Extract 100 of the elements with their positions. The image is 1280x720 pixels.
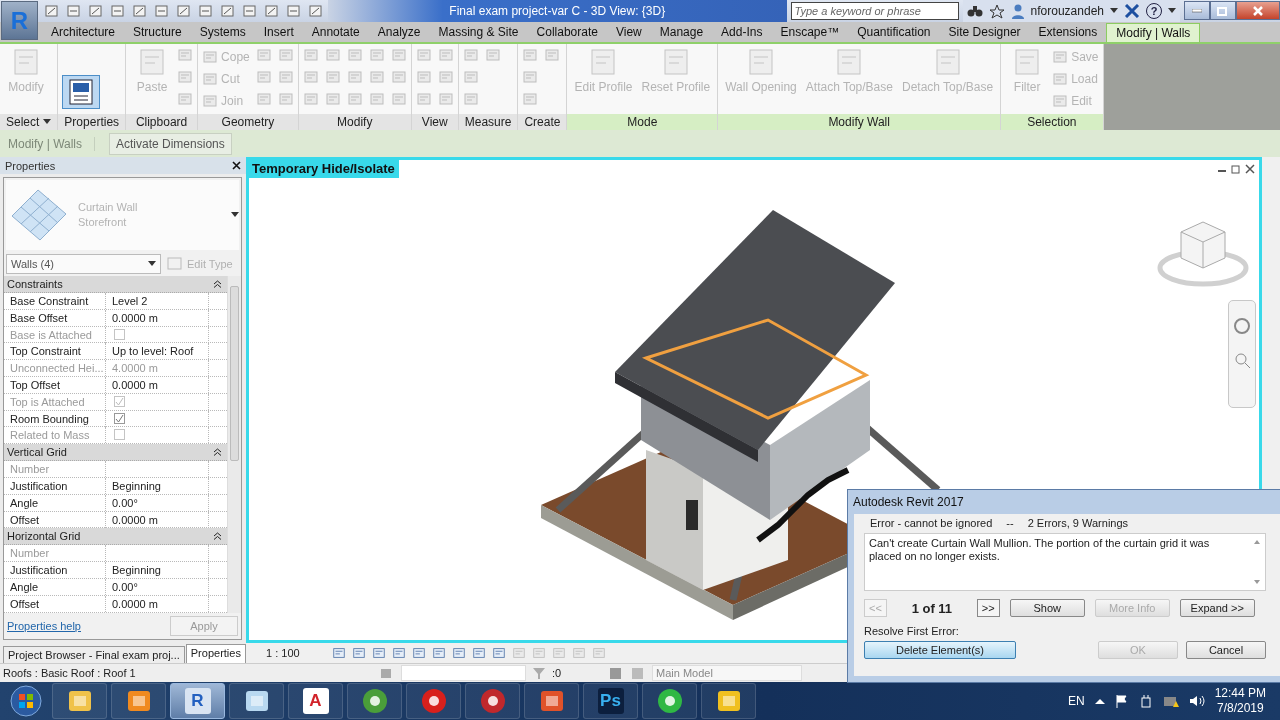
taskbar-app[interactable]: A (288, 683, 343, 719)
property-value[interactable]: Beginning (106, 477, 209, 494)
taskbar-app[interactable] (701, 683, 756, 719)
toolbar-icon[interactable] (44, 4, 60, 18)
toolbar-icon[interactable] (242, 4, 258, 18)
user-icon[interactable] (1010, 3, 1025, 19)
restore-icon[interactable] (1231, 164, 1241, 174)
ribbon-tab[interactable]: Insert (254, 23, 303, 42)
app-icon (125, 688, 152, 714)
property-value[interactable]: 0.0000 m (106, 595, 209, 612)
next-button[interactable]: >> (976, 599, 1000, 617)
ribbon-tab[interactable]: Annotate (302, 23, 369, 42)
taskbar-app[interactable] (229, 683, 284, 719)
scale-label[interactable]: 1 : 100 (266, 647, 326, 659)
toolbar-icon[interactable] (308, 4, 324, 18)
ribbon-tab[interactable]: View (606, 23, 651, 42)
property-value[interactable]: 0.00° (106, 494, 209, 511)
ribbon-tab[interactable]: Enscape™ (771, 23, 849, 42)
checkbox[interactable] (114, 412, 125, 424)
tool-icon (462, 91, 479, 107)
minimize-button[interactable] (1184, 1, 1210, 20)
toolbar-icon[interactable] (110, 4, 126, 18)
toolbar-icon[interactable] (88, 4, 104, 18)
navigation-bar[interactable] (1228, 300, 1256, 408)
workset-field[interactable] (401, 665, 526, 681)
ribbon-tab[interactable]: Modify | Walls (1106, 23, 1201, 42)
property-value[interactable]: 0.00° (106, 578, 209, 595)
scrollbar[interactable] (227, 276, 241, 613)
ribbon-tab[interactable]: Quantification (848, 23, 940, 42)
clock[interactable]: 12:44 PM 7/8/2019 (1214, 686, 1266, 716)
dialog-button[interactable]: Expand >> (1179, 599, 1255, 617)
ribbon-tab[interactable]: Massing & Site (429, 23, 528, 42)
category-dropdown[interactable]: Walls (4) (6, 254, 161, 274)
ribbon-tab[interactable]: Structure (124, 23, 191, 42)
user-name[interactable]: nforouzandeh (1030, 4, 1104, 18)
show-hidden-icons-icon[interactable] (1094, 697, 1105, 705)
collapse-icon[interactable] (214, 448, 221, 457)
close-icon[interactable] (1245, 164, 1255, 174)
power-icon[interactable] (1138, 694, 1153, 708)
collapse-icon[interactable] (214, 280, 221, 288)
taskbar-app[interactable] (347, 683, 402, 719)
panel-title-text[interactable]: Select (6, 114, 40, 130)
ribbon-tab[interactable]: Extensions (1029, 23, 1107, 42)
ribbon-tab[interactable]: Add-Ins (712, 23, 772, 42)
taskbar-app[interactable] (406, 683, 461, 719)
property-value[interactable]: Level 2 (106, 293, 209, 309)
taskbar-app[interactable] (642, 683, 697, 719)
tool-icon (368, 91, 385, 107)
ribbon-tab[interactable]: Manage (650, 23, 713, 42)
activate-dimensions-button[interactable]: Activate Dimensions (109, 132, 232, 155)
ribbon-tab[interactable]: Architecture (42, 23, 125, 42)
property-value[interactable]: Up to level: Roof (106, 343, 209, 360)
taskbar-app[interactable]: Ps (583, 683, 638, 719)
panel-tab[interactable]: Properties (185, 644, 246, 663)
ribbon-tab[interactable]: Site Designer (939, 23, 1030, 42)
properties-toggle[interactable] (62, 75, 101, 109)
search-field[interactable]: Type a keyword or phrase (790, 2, 959, 20)
taskbar-app[interactable]: R (170, 683, 225, 719)
toolbar-icon[interactable] (198, 4, 214, 18)
toolbar-icon[interactable] (286, 4, 302, 18)
help-link[interactable]: Properties help (7, 620, 81, 632)
toolbar-icon[interactable] (132, 4, 148, 18)
collapse-icon[interactable] (214, 532, 221, 541)
volume-icon[interactable] (1188, 694, 1205, 708)
property-value[interactable]: 0.0000 m (106, 309, 209, 326)
close-button[interactable] (1236, 1, 1280, 20)
network-icon[interactable] (1162, 694, 1179, 708)
binoculars-icon[interactable] (966, 4, 983, 18)
close-icon[interactable] (232, 161, 241, 170)
property-value[interactable]: 0.0000 m (106, 511, 209, 528)
toolbar-icon[interactable] (176, 4, 192, 18)
tool-icon (302, 69, 319, 85)
toolbar-icon[interactable] (220, 4, 236, 18)
restore-button[interactable] (1210, 1, 1236, 20)
dialog-button[interactable]: Delete Element(s) (864, 641, 1016, 659)
property-value[interactable]: Beginning (106, 562, 209, 579)
ribbon-tab[interactable]: Systems (190, 23, 255, 42)
dialog-button[interactable]: Show (1009, 599, 1085, 617)
toolbar-icon[interactable] (264, 4, 280, 18)
taskbar-app[interactable] (465, 683, 520, 719)
ribbon-tab[interactable]: Analyze (368, 23, 430, 42)
toolbar-icon[interactable] (154, 4, 170, 18)
star-icon[interactable] (988, 3, 1005, 19)
language-indicator[interactable]: EN (1067, 694, 1085, 708)
tool-icon (324, 69, 341, 85)
dialog-button[interactable]: Cancel (1186, 641, 1266, 659)
group-header[interactable]: Constraints (4, 276, 227, 293)
taskbar-app[interactable] (111, 683, 166, 719)
close-icon (1253, 5, 1263, 16)
flag-icon[interactable] (1114, 694, 1129, 708)
toolbar-icon[interactable] (66, 4, 82, 18)
ribbon-tab[interactable]: Collaborate (527, 23, 607, 42)
property-value[interactable]: 0.0000 m (106, 377, 209, 393)
panel-title: Geometry (198, 114, 298, 130)
taskbar-app[interactable] (52, 683, 107, 719)
panel-tab[interactable]: Project Browser - Final exam proj... (3, 646, 185, 663)
taskbar-app[interactable] (524, 683, 579, 719)
tool-icon (552, 646, 566, 660)
group-header[interactable]: Vertical Grid (4, 444, 227, 462)
group-header[interactable]: Horizontal Grid (4, 528, 227, 546)
